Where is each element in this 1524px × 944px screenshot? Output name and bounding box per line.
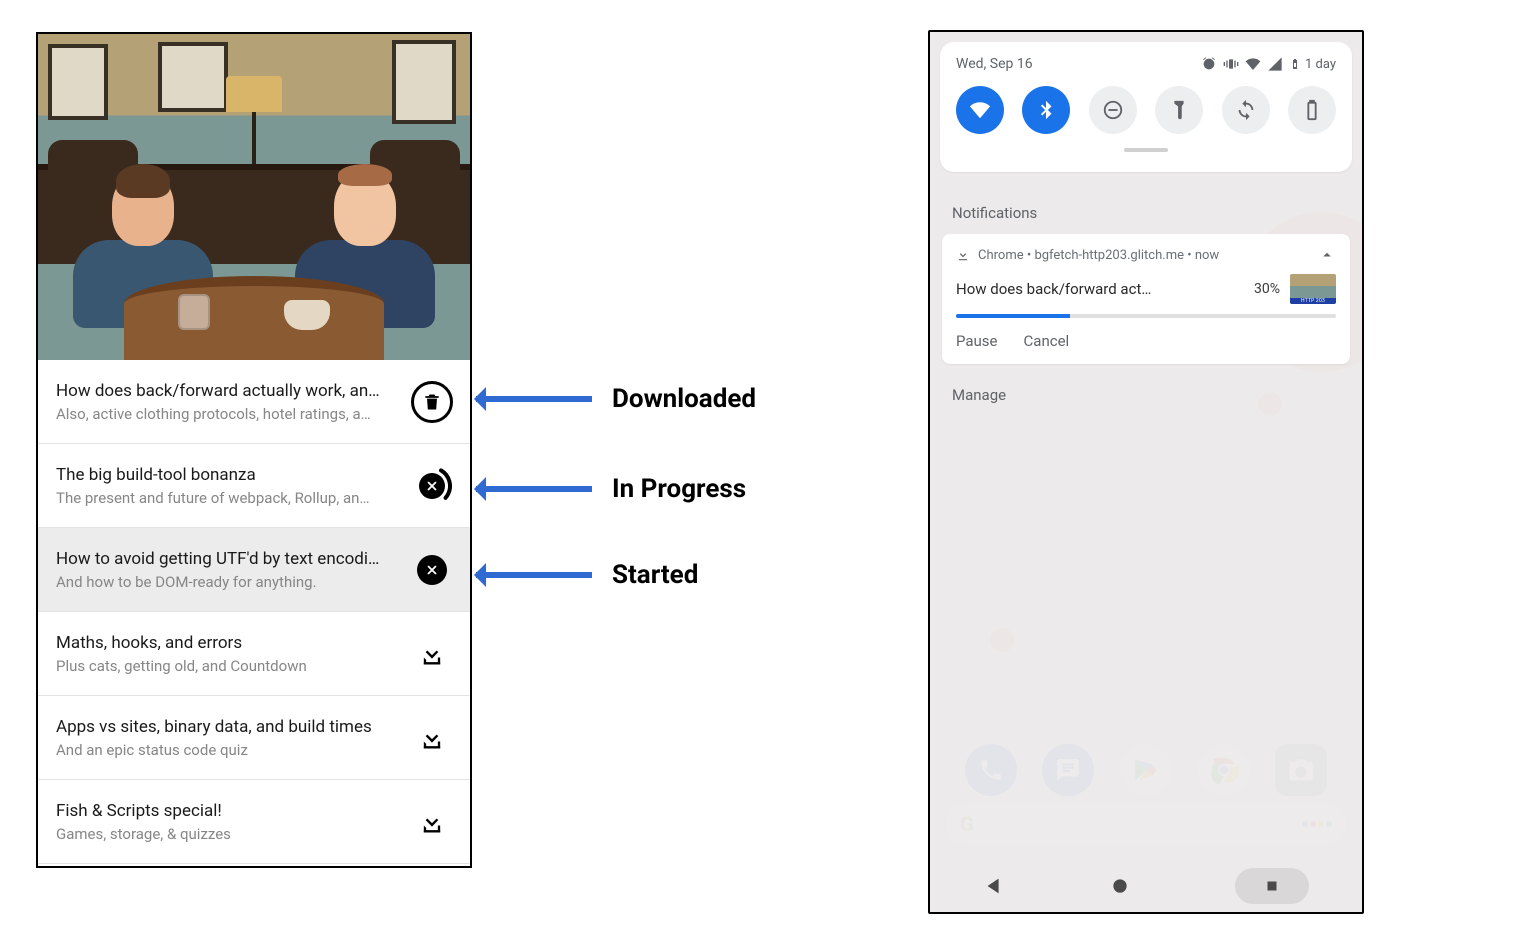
episode-action [410,465,454,507]
qs-drag-handle[interactable] [1124,148,1168,152]
nav-back-button[interactable] [983,875,1005,897]
qs-toggles [956,86,1336,134]
notification-header: Chrome • bgfetch-http203.glitch.me • now [956,246,1336,264]
annotation-label: Downloaded [612,384,756,414]
nav-recents-button[interactable] [1235,868,1309,904]
notification-cancel-button[interactable]: Cancel [1024,332,1070,350]
notification-shade: Notifications Chrome • bgfetch-http203.g… [930,184,1362,860]
glass [178,294,210,330]
episode-list: How does back/forward actually work, an…… [38,360,470,864]
nav-home-button[interactable] [1110,876,1130,896]
arrow-icon [476,486,592,492]
episode-action [410,381,454,423]
system-navbar [930,860,1362,912]
table [124,276,384,360]
notification-pause-button[interactable]: Pause [956,332,998,350]
app-podcast-panel: How does back/forward actually work, an…… [36,32,472,868]
manage-button[interactable]: Manage [930,364,1362,404]
lamp [226,76,282,112]
episode-row[interactable]: How to avoid getting UTF'd by text encod… [38,528,470,612]
alarm-icon [1201,56,1217,72]
notification-thumbnail [1290,274,1336,304]
episode-row[interactable]: The big build-tool bonanza The present a… [38,444,470,528]
download-icon [956,248,970,262]
qs-bluetooth-toggle[interactable] [1022,86,1070,134]
notification-progress-bar [956,314,1336,318]
episode-row[interactable]: Fish & Scripts special! Games, storage, … [38,780,470,864]
mug [284,300,330,330]
download-button[interactable] [418,724,446,752]
episode-action [410,555,454,585]
trash-icon [422,391,442,413]
episode-subtitle: Games, storage, & quizzes [56,825,398,843]
download-button[interactable] [418,640,446,668]
quick-settings-panel: Wed, Sep 16 1 day [940,42,1352,172]
download-button[interactable] [418,808,446,836]
notification-percent: 30% [1254,281,1280,297]
episode-row[interactable]: How does back/forward actually work, an…… [38,360,470,444]
close-icon [419,473,445,499]
battery-label: 1 day [1305,57,1336,72]
status-date: Wed, Sep 16 [956,56,1033,72]
chevron-up-icon[interactable] [1318,246,1336,264]
battery-icon [1289,56,1301,72]
wall-frame [158,42,228,112]
vibrate-icon [1223,56,1239,72]
annotation-label: In Progress [612,474,746,504]
notification-card[interactable]: Chrome • bgfetch-http203.glitch.me • now… [942,234,1350,364]
episode-title: How to avoid getting UTF'd by text encod… [56,549,398,569]
episode-subtitle: Plus cats, getting old, and Countdown [56,657,398,675]
close-icon [425,563,439,577]
wifi-icon [1245,56,1261,72]
qs-dnd-toggle[interactable] [1089,86,1137,134]
arrow-icon [476,396,592,402]
episode-subtitle: The present and future of webpack, Rollu… [56,489,398,507]
hero-image [38,34,470,360]
episode-row[interactable]: Maths, hooks, and errors Plus cats, gett… [38,612,470,696]
cancel-progress-button[interactable] [411,465,453,507]
episode-title: Maths, hooks, and errors [56,633,398,653]
annotation-label: Started [612,560,698,590]
notification-title: How does back/forward act… [956,280,1244,298]
episode-title: The big build-tool bonanza [56,465,398,485]
cancel-start-button[interactable] [417,555,447,585]
annotation-downloaded: Downloaded [476,384,756,414]
wall-frame [392,40,456,124]
episode-title: Apps vs sites, binary data, and build ti… [56,717,398,737]
notifications-heading: Notifications [930,196,1362,234]
episode-title: Fish & Scripts special! [56,801,398,821]
battery-status: 1 day [1289,56,1336,72]
status-bar: Wed, Sep 16 1 day [956,56,1336,72]
arrow-icon [476,572,592,578]
annotation-started: Started [476,560,698,590]
episode-title: How does back/forward actually work, an… [56,381,398,401]
episode-action [410,808,454,836]
delete-download-button[interactable] [411,381,453,423]
episode-subtitle: And an epic status code quiz [56,741,398,759]
notification-source: Chrome • bgfetch-http203.glitch.me • now [978,248,1219,263]
annotation-in-progress: In Progress [476,474,746,504]
qs-battery-saver-toggle[interactable] [1288,86,1336,134]
episode-subtitle: Also, active clothing protocols, hotel r… [56,405,398,423]
episode-subtitle: And how to be DOM-ready for anything. [56,573,398,591]
android-device: G Wed, Sep 16 1 day [928,30,1364,914]
qs-flashlight-toggle[interactable] [1155,86,1203,134]
wall-frame [48,44,108,120]
episode-action [410,640,454,668]
qs-autorotate-toggle[interactable] [1222,86,1270,134]
qs-wifi-toggle[interactable] [956,86,1004,134]
signal-icon [1267,56,1283,72]
episode-action [410,724,454,752]
episode-row[interactable]: Apps vs sites, binary data, and build ti… [38,696,470,780]
